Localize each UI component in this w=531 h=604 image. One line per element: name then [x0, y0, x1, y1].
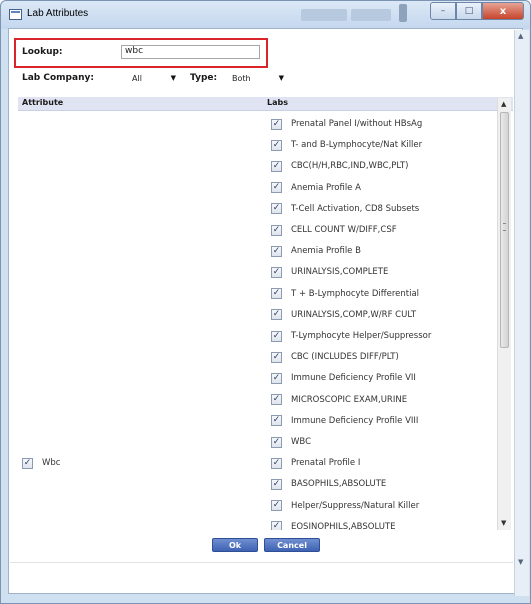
lab-item[interactable]: ✓ Immune Deficiency Profile VII [271, 368, 416, 388]
lookup-label: Lookup: [22, 47, 63, 57]
lab-item[interactable]: ✓ URINALYSIS,COMPLETE [271, 262, 388, 282]
outer-scrollbar[interactable]: ▲ ▼ [514, 30, 529, 596]
background-tab-ghost [399, 4, 407, 22]
ok-button[interactable]: Ok [212, 538, 258, 552]
lab-checkbox[interactable]: ✓ [271, 182, 282, 194]
scroll-up-icon[interactable]: ▲ [518, 32, 523, 40]
lab-label: T + B-Lymphocyte Differential [291, 288, 420, 299]
lab-label: EOSINOPHILS,ABSOLUTE [291, 521, 396, 530]
lab-checkbox[interactable]: ✓ [271, 436, 282, 448]
lab-label: Immune Deficiency Profile VIII [291, 415, 419, 426]
lab-label: T-Lymphocyte Helper/Suppressor [291, 331, 432, 341]
divider [10, 562, 513, 563]
labs-scrollbar[interactable]: ▲ ▼ [497, 98, 511, 530]
table-header: Attribute Labs [18, 97, 513, 111]
lab-item[interactable]: ✓ T-Cell Activation, CD8 Subsets [271, 199, 419, 219]
background-tab-ghost [301, 9, 347, 21]
window-title: Lab Attributes [27, 8, 89, 19]
lab-item[interactable]: ✓ CBC (INCLUDES DIFF/PLT) [271, 347, 399, 367]
lab-checkbox[interactable]: ✓ [271, 160, 282, 172]
attributes-labs-list: ✓ Prenatal Panel I/without HBsAg ✓ T- and B… [18, 111, 513, 530]
lab-company-select[interactable]: All ▼ [132, 71, 176, 85]
lab-checkbox[interactable]: ✓ [271, 478, 282, 490]
lab-checkbox[interactable]: ✓ [271, 415, 282, 427]
lab-item[interactable]: ✓ Anemia Profile B [271, 241, 361, 261]
lab-checkbox[interactable]: ✓ [271, 224, 282, 236]
lab-checkbox[interactable]: ✓ [271, 203, 282, 215]
lab-label: CELL COUNT W/DIFF,CSF [291, 225, 397, 235]
background-tab-ghost [351, 9, 391, 21]
cancel-button[interactable]: Cancel [264, 538, 320, 552]
attribute-checkbox[interactable]: ✓ [22, 457, 33, 469]
lab-checkbox[interactable]: ✓ [271, 139, 282, 151]
lab-item[interactable]: ✓ Helper/Suppress/Natural Killer [271, 496, 419, 516]
maximize-button[interactable]: □ [456, 2, 482, 20]
lab-label: WBC [291, 437, 312, 447]
lab-item[interactable]: ✓ EOSINOPHILS,ABSOLUTE [271, 517, 396, 530]
lab-item[interactable]: ✓ Prenatal Profile I [271, 453, 360, 473]
lab-label: BASOPHILS,ABSOLUTE [291, 479, 387, 490]
chevron-down-icon: ▼ [170, 74, 176, 82]
lab-label: CBC (INCLUDES DIFF/PLT) [291, 352, 399, 363]
chevron-down-icon: ▼ [278, 74, 284, 82]
type-value: Both [232, 73, 251, 83]
lab-item[interactable]: ✓ CELL COUNT W/DIFF,CSF [271, 220, 397, 240]
lab-checkbox[interactable]: ✓ [271, 118, 282, 130]
lab-checkbox[interactable]: ✓ [271, 309, 282, 321]
lab-label: CBC(H/H,RBC,IND,WBC,PLT) [291, 161, 409, 172]
lab-label: Immune Deficiency Profile VII [291, 373, 416, 384]
attribute-item[interactable]: ✓ Wbc [22, 453, 60, 473]
window-controls: – □ x [430, 2, 524, 20]
scroll-up-icon[interactable]: ▲ [501, 100, 506, 108]
lab-checkbox[interactable]: ✓ [271, 500, 282, 512]
attribute-column-header: Attribute [22, 98, 64, 107]
lab-checkbox[interactable]: ✓ [271, 457, 282, 469]
lab-checkbox[interactable]: ✓ [271, 521, 282, 530]
lab-item[interactable]: ✓ URINALYSIS,COMP,W/RF CULT [271, 305, 416, 325]
lab-checkbox[interactable]: ✓ [271, 330, 282, 342]
lab-item[interactable]: ✓ T + B-Lymphocyte Differential [271, 284, 419, 304]
lookup-value: wbc [125, 46, 144, 56]
title-bar[interactable]: Lab Attributes – □ x [1, 1, 530, 29]
lab-label: MICROSCOPIC EXAM,URINE [291, 394, 408, 405]
lab-item[interactable]: ✓ WBC [271, 432, 311, 452]
lab-checkbox[interactable]: ✓ [271, 351, 282, 363]
lab-label: URINALYSIS,COMP,W/RF CULT [291, 309, 417, 320]
lab-label: Anemia Profile A [291, 182, 361, 193]
lab-item[interactable]: ✓ BASOPHILS,ABSOLUTE [271, 474, 386, 494]
minimize-button[interactable]: – [430, 2, 456, 20]
type-label: Type: [190, 73, 218, 83]
lab-checkbox[interactable]: ✓ [271, 394, 282, 406]
lab-label: Prenatal Profile I [291, 458, 361, 469]
lab-checkbox[interactable]: ✓ [271, 266, 282, 278]
lab-label: Anemia Profile B [291, 246, 361, 257]
scroll-down-icon[interactable]: ▼ [501, 519, 506, 527]
lab-item[interactable]: ✓ Prenatal Panel I/without HBsAg [271, 114, 422, 134]
lab-label: Prenatal Panel I/without HBsAg [291, 119, 423, 129]
lab-label: Helper/Suppress/Natural Killer [291, 500, 420, 511]
lab-item[interactable]: ✓ Anemia Profile A [271, 178, 361, 198]
lab-checkbox[interactable]: ✓ [271, 288, 282, 300]
labs-column-header: Labs [267, 98, 288, 107]
lab-item[interactable]: ✓ T- and B-Lymphocyte/Nat Killer [271, 135, 422, 155]
lab-company-label: Lab Company: [22, 73, 94, 83]
lab-label: T-Cell Activation, CD8 Subsets [291, 203, 420, 214]
scroll-down-icon[interactable]: ▼ [518, 558, 523, 566]
lab-label: T- and B-Lymphocyte/Nat Killer [291, 140, 423, 151]
lab-item[interactable]: ✓ Immune Deficiency Profile VIII [271, 411, 418, 431]
lab-item[interactable]: ✓ CBC(H/H,RBC,IND,WBC,PLT) [271, 156, 408, 176]
lab-checkbox[interactable]: ✓ [271, 245, 282, 257]
type-select[interactable]: Both ▼ [232, 71, 284, 85]
lab-checkbox[interactable]: ✓ [271, 372, 282, 384]
lab-company-value: All [132, 73, 142, 83]
window-icon [9, 9, 22, 20]
close-button[interactable]: x [482, 2, 524, 20]
lab-label: URINALYSIS,COMPLETE [291, 267, 389, 278]
scroll-thumb[interactable] [500, 112, 509, 348]
lab-item[interactable]: ✓ MICROSCOPIC EXAM,URINE [271, 390, 407, 410]
attribute-label: Wbc [42, 458, 61, 469]
lookup-input[interactable]: wbc [121, 45, 260, 59]
lab-item[interactable]: ✓ T-Lymphocyte Helper/Suppressor [271, 326, 431, 346]
